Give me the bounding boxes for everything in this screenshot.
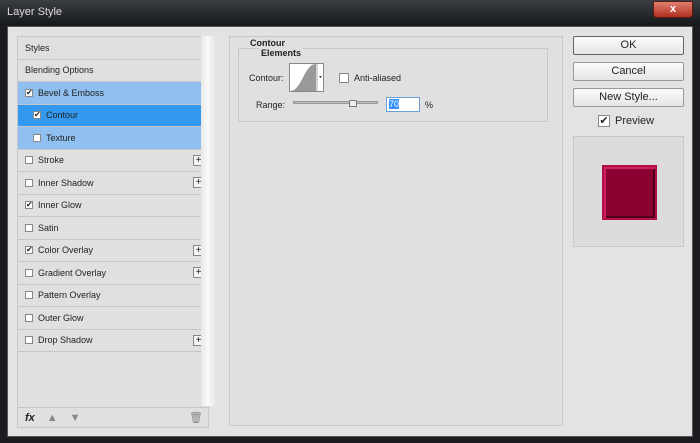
styles-list: Styles Blending Options ✔ Bevel & Emboss ✔ Co… bbox=[17, 36, 209, 428]
contour-curve-icon bbox=[290, 64, 322, 91]
anti-aliased-label: Anti-aliased bbox=[354, 73, 402, 83]
checkbox[interactable] bbox=[25, 313, 33, 322]
close-button[interactable]: x bbox=[653, 1, 693, 18]
style-item-color-overlay[interactable]: ✔ Color Overlay + bbox=[18, 240, 208, 262]
preview-checkbox[interactable]: ✔ Preview bbox=[598, 115, 654, 127]
percent-label: % bbox=[425, 100, 434, 110]
style-item-label: Texture bbox=[46, 132, 76, 143]
list-toolbar: fx ▲ ▼ 🗑 bbox=[17, 407, 209, 428]
style-item-bevel-emboss[interactable]: ✔ Bevel & Emboss bbox=[18, 82, 208, 105]
move-down-icon[interactable]: ▼ bbox=[70, 412, 81, 424]
style-item-label: Pattern Overlay bbox=[38, 290, 101, 301]
slider-thumb[interactable] bbox=[349, 100, 357, 107]
range-label: Range: bbox=[256, 100, 286, 110]
style-item-label: Outer Glow bbox=[38, 312, 84, 323]
style-item-blending-options[interactable]: Blending Options bbox=[18, 60, 208, 82]
style-item-label: Stroke bbox=[38, 155, 65, 166]
range-input[interactable]: 70 bbox=[386, 97, 420, 112]
checkbox[interactable] bbox=[339, 73, 349, 83]
settings-panel: Contour Elements Contour: Anti-aliased R… bbox=[229, 36, 563, 426]
group-title: Elements bbox=[259, 48, 304, 58]
style-item-label: Gradient Overlay bbox=[38, 267, 107, 278]
checkbox[interactable] bbox=[25, 291, 33, 300]
preview-swatch bbox=[602, 165, 657, 220]
preview-check-icon[interactable]: ✔ bbox=[598, 115, 610, 127]
title-bar: Layer Style x bbox=[0, 0, 700, 26]
checkbox[interactable] bbox=[25, 268, 33, 277]
section-title: Contour bbox=[250, 38, 285, 48]
style-item-label: Inner Shadow bbox=[38, 177, 94, 188]
style-item-styles[interactable]: Styles bbox=[18, 37, 208, 60]
scrollbar[interactable] bbox=[201, 36, 215, 406]
style-item-label: Drop Shadow bbox=[38, 335, 93, 346]
contour-label: Contour: bbox=[249, 73, 284, 83]
style-item-label: Color Overlay bbox=[38, 245, 94, 256]
style-item-gradient-overlay[interactable]: Gradient Overlay + bbox=[18, 262, 208, 285]
style-item-stroke[interactable]: Stroke + bbox=[18, 150, 208, 172]
style-item-pattern-overlay[interactable]: Pattern Overlay bbox=[18, 285, 208, 307]
ok-button[interactable]: OK bbox=[573, 36, 684, 55]
style-item-texture[interactable]: Texture bbox=[18, 127, 208, 150]
checkbox[interactable]: ✔ bbox=[25, 246, 33, 255]
range-value: 70 bbox=[389, 99, 400, 109]
range-slider[interactable] bbox=[293, 100, 378, 107]
checkbox[interactable] bbox=[33, 133, 41, 142]
trash-icon[interactable]: 🗑 bbox=[189, 411, 203, 424]
checkbox[interactable] bbox=[25, 336, 33, 345]
checkbox[interactable]: ✔ bbox=[25, 88, 33, 97]
dialog-body: Styles Blending Options ✔ Bevel & Emboss ✔ Co… bbox=[7, 26, 693, 437]
preview-box bbox=[573, 136, 684, 247]
checkbox[interactable]: ✔ bbox=[33, 111, 41, 120]
checkbox[interactable] bbox=[25, 156, 33, 165]
preview-label: Preview bbox=[615, 115, 655, 127]
new-style-button[interactable]: New Style... bbox=[573, 88, 684, 107]
style-item-label: Contour bbox=[46, 110, 79, 121]
cancel-button[interactable]: Cancel bbox=[573, 62, 684, 81]
style-item-contour[interactable]: ✔ Contour bbox=[18, 104, 208, 127]
style-item-label: Inner Glow bbox=[38, 200, 82, 211]
checkbox[interactable]: ✔ bbox=[25, 201, 33, 210]
style-item-drop-shadow[interactable]: Drop Shadow + bbox=[18, 330, 208, 352]
style-item-label: Satin bbox=[38, 222, 59, 233]
contour-picker[interactable] bbox=[289, 63, 324, 92]
window-title: Layer Style bbox=[7, 6, 63, 18]
style-item-label: Styles bbox=[25, 42, 50, 53]
style-item-outer-glow[interactable]: Outer Glow bbox=[18, 307, 208, 330]
style-item-label: Blending Options bbox=[25, 65, 94, 76]
style-item-label: Bevel & Emboss bbox=[38, 87, 105, 98]
style-item-satin[interactable]: Satin bbox=[18, 217, 208, 240]
move-up-icon[interactable]: ▲ bbox=[47, 412, 58, 424]
elements-group: Elements Contour: Anti-aliased Range: 70… bbox=[238, 48, 548, 122]
checkbox[interactable] bbox=[25, 178, 33, 187]
checkbox[interactable] bbox=[25, 223, 33, 232]
fx-button[interactable]: fx bbox=[25, 412, 35, 424]
style-item-inner-shadow[interactable]: Inner Shadow + bbox=[18, 172, 208, 195]
style-item-inner-glow[interactable]: ✔ Inner Glow bbox=[18, 195, 208, 217]
anti-aliased-checkbox[interactable]: Anti-aliased bbox=[339, 73, 401, 83]
